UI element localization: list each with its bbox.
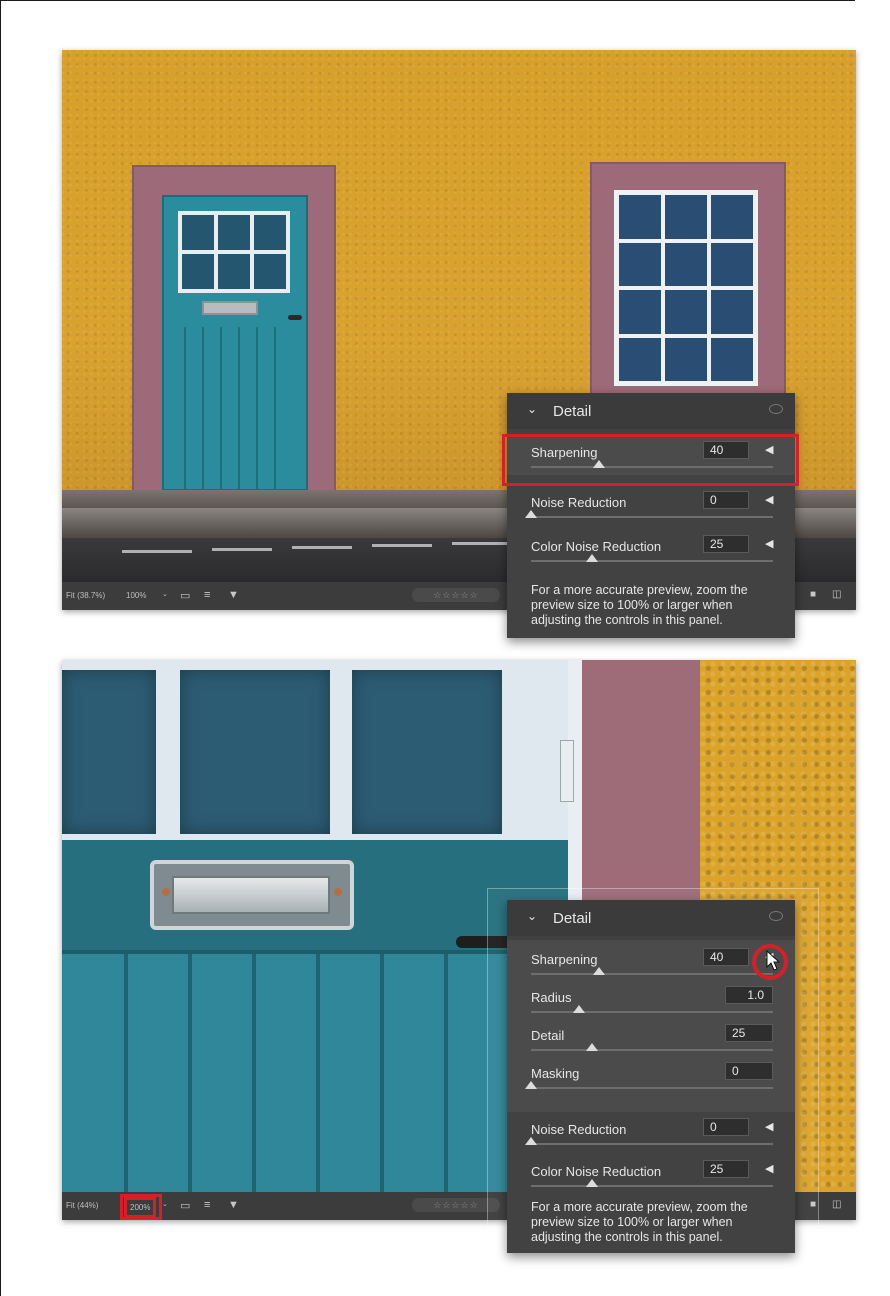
single-view-icon[interactable]: ■ xyxy=(810,589,816,600)
detail-panel-header[interactable]: ⌄ Detail xyxy=(507,900,795,936)
detail-slider-thumb[interactable] xyxy=(585,1043,598,1051)
color-noise-reduction-row: Color Noise Reduction 25 ◀ xyxy=(507,1156,795,1194)
color-noise-reduction-slider-track[interactable] xyxy=(531,1185,773,1187)
page-border-left xyxy=(0,0,1,1296)
noise-reduction-row: Noise Reduction 0 ◀ xyxy=(507,487,795,525)
radius-slider-thumb[interactable] xyxy=(573,1005,586,1013)
radius-label: Radius xyxy=(531,990,572,1005)
zoom-dropdown-icon[interactable]: ⌄ xyxy=(162,1200,168,1208)
masking-row: Masking 0 xyxy=(507,1058,795,1096)
detail-panel: ⌄ Detail Sharpening 40 ◀ Noise Reduction… xyxy=(507,393,795,638)
visibility-eye-icon[interactable] xyxy=(769,404,783,414)
radius-slider-track[interactable] xyxy=(531,1011,773,1013)
sharpening-slider-thumb[interactable] xyxy=(592,967,605,975)
chevron-down-icon[interactable]: ⌄ xyxy=(527,402,537,416)
radius-row: Radius 1.0 xyxy=(507,982,795,1020)
door-hinge xyxy=(560,740,574,802)
rating-stars[interactable]: ☆☆☆☆☆ xyxy=(412,588,500,602)
noise-reduction-slider-thumb[interactable] xyxy=(525,1137,537,1145)
color-noise-reduction-slider-thumb[interactable] xyxy=(585,554,598,562)
filter-icon[interactable]: ▼ xyxy=(228,589,239,601)
color-noise-reduction-expand-icon[interactable]: ◀ xyxy=(765,537,773,550)
visibility-eye-icon[interactable] xyxy=(769,911,783,921)
preview-hint-text: For a more accurate preview, zoom the pr… xyxy=(531,1200,748,1244)
noise-reduction-value-field[interactable]: 0 xyxy=(703,1118,749,1136)
masking-value-field[interactable]: 0 xyxy=(725,1062,773,1080)
color-noise-reduction-label: Color Noise Reduction xyxy=(531,539,662,554)
fit-zoom-option[interactable]: Fit (38.7%) xyxy=(66,591,105,600)
detail-slider-track[interactable] xyxy=(531,1049,773,1051)
color-noise-reduction-value-field[interactable]: 25 xyxy=(703,1160,749,1178)
noise-reduction-slider-thumb[interactable] xyxy=(525,510,537,518)
color-noise-reduction-row: Color Noise Reduction 25 ◀ xyxy=(507,531,795,569)
detail-label: Detail xyxy=(531,1028,565,1043)
zoom-level-option[interactable]: 100% xyxy=(126,591,146,600)
detail-row: Detail 25 xyxy=(507,1020,795,1058)
color-noise-reduction-value-field[interactable]: 25 xyxy=(703,535,749,553)
filmstrip-icon[interactable]: ▭ xyxy=(180,589,190,602)
fit-zoom-option[interactable]: Fit (44%) xyxy=(66,1201,98,1210)
door-handle xyxy=(288,315,302,320)
sharpening-slider-track[interactable] xyxy=(531,973,773,975)
filter-icon[interactable]: ▼ xyxy=(228,1199,239,1211)
sort-icon[interactable]: ≡ xyxy=(204,1199,210,1211)
teal-door xyxy=(162,195,308,491)
detail-panel-title: Detail xyxy=(553,403,592,420)
detail-panel-expanded: ⌄ Detail Sharpening 40 ◀ Radius 1.0 Deta… xyxy=(507,900,795,1253)
noise-reduction-expand-icon[interactable]: ◀ xyxy=(765,493,773,506)
sharpening-highlight-box xyxy=(502,434,799,486)
zoom-dropdown-icon[interactable]: ⌄ xyxy=(162,590,168,598)
noise-reduction-value-field[interactable]: 0 xyxy=(703,491,749,509)
noise-reduction-expand-icon[interactable]: ◀ xyxy=(765,1120,773,1133)
filmstrip-icon[interactable]: ▭ xyxy=(180,1199,190,1212)
noise-reduction-label: Noise Reduction xyxy=(531,1122,627,1137)
sharpening-value-field[interactable]: 40 xyxy=(703,948,749,966)
sash-window xyxy=(614,190,758,386)
noise-reduction-slider-track[interactable] xyxy=(531,516,773,518)
masking-slider-thumb[interactable] xyxy=(525,1081,537,1089)
masking-label: Masking xyxy=(531,1066,580,1081)
radius-value-field[interactable]: 1.0 xyxy=(725,986,773,1004)
compare-view-icon[interactable]: ◫ xyxy=(832,589,841,600)
detail-value-field[interactable]: 25 xyxy=(725,1024,773,1042)
detail-panel-title: Detail xyxy=(553,910,592,927)
masking-slider-track[interactable] xyxy=(531,1087,773,1089)
sort-icon[interactable]: ≡ xyxy=(204,589,210,601)
color-noise-reduction-slider-thumb[interactable] xyxy=(585,1179,598,1187)
color-noise-reduction-label: Color Noise Reduction xyxy=(531,1164,662,1179)
noise-reduction-slider-track[interactable] xyxy=(531,1143,773,1145)
page-border-top xyxy=(0,0,855,1)
door-window xyxy=(178,211,290,293)
letterbox xyxy=(202,301,258,315)
noise-reduction-row: Noise Reduction 0 ◀ xyxy=(507,1114,795,1152)
letterbox xyxy=(150,860,354,930)
sharpening-label: Sharpening xyxy=(531,952,598,967)
detail-panel-header[interactable]: ⌄ Detail xyxy=(507,393,795,429)
color-noise-reduction-expand-icon[interactable]: ◀ xyxy=(765,1162,773,1175)
preview-hint-text: For a more accurate preview, zoom the pr… xyxy=(531,583,748,627)
zoom-level-highlight-box xyxy=(120,1194,162,1220)
color-noise-reduction-slider-track[interactable] xyxy=(531,560,773,562)
chevron-down-icon[interactable]: ⌄ xyxy=(527,909,537,923)
noise-reduction-label: Noise Reduction xyxy=(531,495,627,510)
compare-view-icon[interactable]: ◫ xyxy=(832,1199,841,1210)
mouse-cursor-icon xyxy=(766,950,781,971)
